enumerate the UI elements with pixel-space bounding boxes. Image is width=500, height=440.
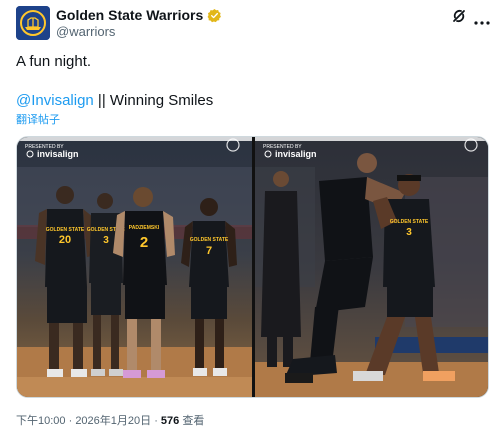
tweet-date[interactable]: 2026年1月20日	[75, 415, 151, 427]
player-2-name: PADZIEMSKI	[129, 225, 160, 231]
translate-post-link[interactable]: 翻译帖子	[16, 113, 60, 127]
meta-separator: ·	[65, 415, 76, 427]
tweet-meta: 下午10:00 · 2026年1月20日 · 576 查看	[16, 414, 204, 428]
media-grid: PRESENTED BY invisalign GOLDEN STATE 20	[16, 136, 489, 398]
jersey-number-20: 20	[59, 234, 71, 246]
more-options-icon[interactable]	[474, 13, 490, 25]
account-display-name[interactable]: Golden State Warriors	[56, 6, 203, 24]
account-display-name-row[interactable]: Golden State Warriors	[56, 6, 222, 24]
verified-badge-icon[interactable]	[207, 8, 222, 23]
player-7-team: GOLDEN STATE	[190, 237, 229, 243]
tweet-text-line2-rest: || Winning Smiles	[93, 92, 214, 109]
warriors-logo-icon	[16, 6, 50, 40]
jersey-number-2: 2	[140, 234, 148, 251]
jersey-number-3: 3	[103, 235, 109, 246]
photo-warriors-team-celebration[interactable]: PRESENTED BY invisalign GOLDEN STATE 20	[17, 137, 252, 397]
jersey-number-7: 7	[206, 245, 212, 257]
views-count: 576	[160, 415, 180, 427]
meta-separator: ·	[151, 415, 161, 427]
photo-players-hug[interactable]: PRESENTED BY invisalign GOLDEN STATE 3	[255, 137, 488, 397]
tweet-text-line2: @Invisalign || Winning Smiles	[16, 92, 213, 110]
invisalign-mention-link[interactable]: @Invisalign	[16, 92, 94, 109]
player-3-right-team: GOLDEN STATE	[390, 219, 429, 225]
account-handle[interactable]: @warriors	[56, 24, 115, 40]
tweet-time[interactable]: 下午10:00	[16, 415, 66, 427]
grok-icon[interactable]	[451, 8, 467, 24]
views-label: 查看	[179, 415, 205, 427]
player-20-team: GOLDEN STATE	[46, 227, 85, 233]
warriors-logo-avatar[interactable]	[16, 6, 50, 40]
left-sponsor-name: invisalign	[37, 149, 79, 159]
right-sponsor-name: invisalign	[275, 149, 317, 159]
tweet-text-line1: A fun night.	[16, 53, 92, 70]
jersey-number-3-right: 3	[406, 227, 412, 238]
